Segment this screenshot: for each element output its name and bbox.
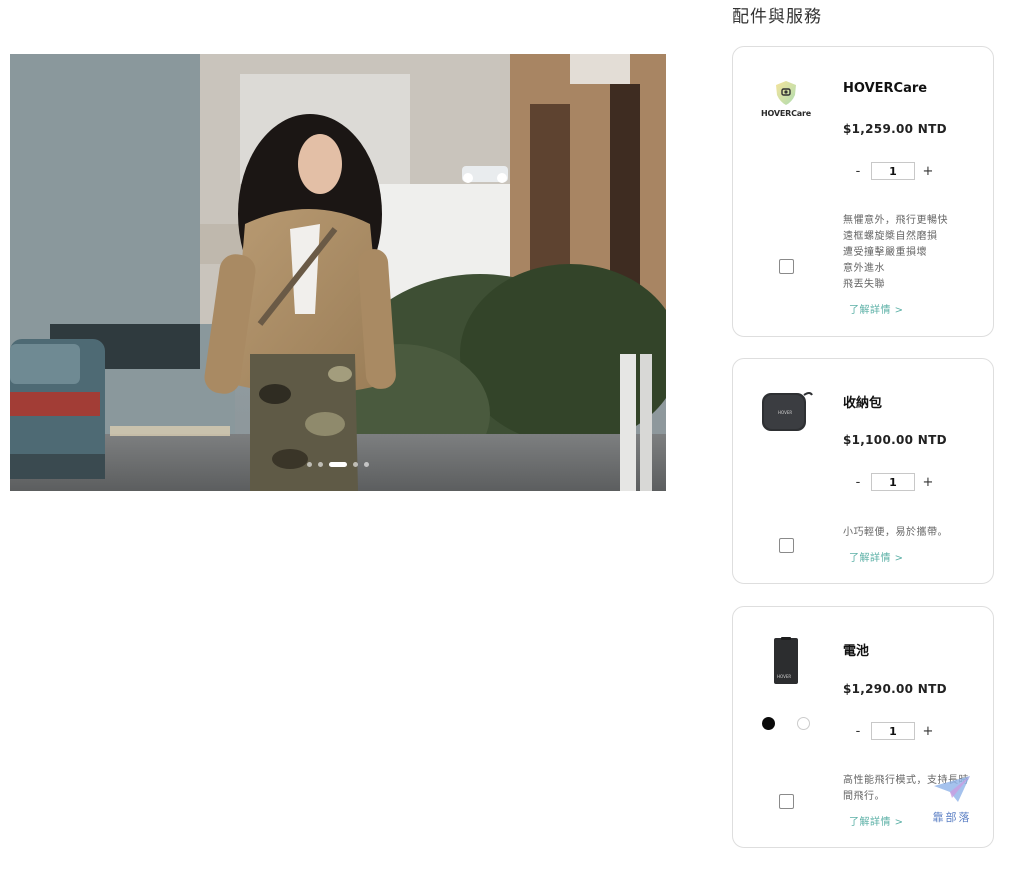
carousel-dot-2[interactable] bbox=[318, 462, 323, 467]
select-checkbox[interactable] bbox=[779, 259, 794, 274]
product-card-case: HOVER 收納包 $1,100.00 NTD - + 小巧輕便，易於攜帶。 了… bbox=[732, 358, 994, 584]
learn-more-link[interactable]: 了解詳情 > bbox=[849, 301, 904, 316]
battery-logo-text: HOVER bbox=[777, 674, 792, 679]
description-line: 飛丟失聯 bbox=[843, 279, 885, 290]
section-title: 配件與服務 bbox=[732, 7, 822, 27]
learn-more-link[interactable]: 了解詳情 > bbox=[849, 813, 904, 828]
description-line: 無懼意外，飛行更暢快 bbox=[843, 215, 948, 226]
case-logo-text: HOVER bbox=[778, 410, 793, 415]
carousel-dot-4[interactable] bbox=[353, 462, 358, 467]
select-checkbox[interactable] bbox=[779, 794, 794, 809]
description-line: 遠框螺旋槳自然磨損 bbox=[843, 231, 938, 242]
product-title: 收納包 bbox=[843, 396, 883, 411]
select-checkbox[interactable] bbox=[779, 538, 794, 553]
quantity-stepper: - + bbox=[851, 162, 935, 180]
quantity-input[interactable] bbox=[871, 473, 915, 491]
qty-increase-button[interactable]: + bbox=[921, 724, 935, 739]
product-title: HOVERCare bbox=[843, 81, 928, 96]
watermark: 靠部落 bbox=[924, 774, 980, 825]
description-line: 意外進水 bbox=[843, 263, 885, 274]
carousel-dot-5[interactable] bbox=[364, 462, 369, 467]
carousel-dots bbox=[10, 462, 666, 467]
color-swatch-black[interactable] bbox=[762, 717, 775, 730]
paper-plane-icon bbox=[934, 776, 970, 802]
qty-decrease-button[interactable]: - bbox=[851, 164, 865, 179]
quantity-stepper: - + bbox=[851, 473, 935, 491]
watermark-text: 靠部落 bbox=[932, 811, 972, 824]
product-title: 電池 bbox=[843, 644, 870, 659]
product-price: $1,259.00 NTD bbox=[843, 122, 947, 136]
hovercare-logo-text: HOVERCare bbox=[761, 109, 811, 118]
qty-increase-button[interactable]: + bbox=[921, 475, 935, 490]
learn-more-link[interactable]: 了解詳情 > bbox=[849, 549, 904, 564]
qty-increase-button[interactable]: + bbox=[921, 164, 935, 179]
color-swatch-white[interactable] bbox=[797, 717, 810, 730]
carousel-dot-1[interactable] bbox=[307, 462, 312, 467]
shield-icon bbox=[776, 81, 796, 105]
qty-decrease-button[interactable]: - bbox=[851, 724, 865, 739]
hero-carousel[interactable] bbox=[10, 54, 666, 491]
description-line: 小巧輕便，易於攜帶。 bbox=[843, 527, 948, 538]
product-price: $1,100.00 NTD bbox=[843, 433, 947, 447]
hero-photo bbox=[10, 54, 666, 491]
product-card-hovercare: HOVERCare HOVERCare $1,259.00 NTD - + 無懼… bbox=[732, 46, 994, 337]
qty-decrease-button[interactable]: - bbox=[851, 475, 865, 490]
product-price: $1,290.00 NTD bbox=[843, 682, 947, 696]
hovercare-logo: HOVERCare bbox=[753, 79, 819, 118]
quantity-input[interactable] bbox=[871, 722, 915, 740]
product-description: 無懼意外，飛行更暢快 遠框螺旋槳自然磨損 遭受撞擊嚴重損壞 意外進水 飛丟失聯 bbox=[843, 213, 948, 293]
carousel-dot-3[interactable] bbox=[329, 462, 347, 467]
description-line: 遭受撞擊嚴重損壞 bbox=[843, 247, 927, 258]
quantity-input[interactable] bbox=[871, 162, 915, 180]
quantity-stepper: - + bbox=[851, 722, 935, 740]
product-description: 小巧輕便，易於攜帶。 bbox=[843, 525, 948, 541]
